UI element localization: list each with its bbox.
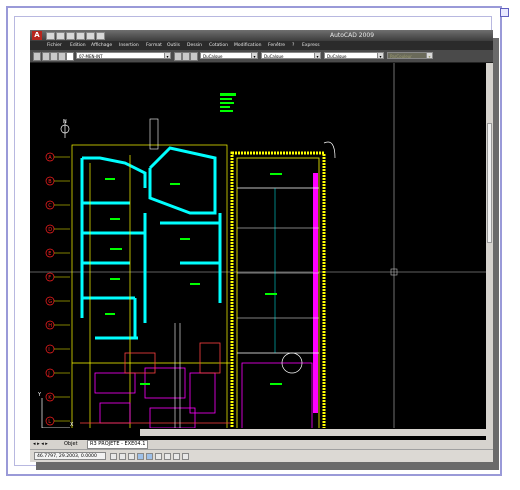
menu-insertion[interactable]: Insertion (119, 42, 139, 49)
save-icon[interactable] (66, 32, 75, 40)
grid-bubble-label: K (48, 395, 52, 401)
tab-nav-arrows[interactable]: ◂ ▸ ◂ ▸ (33, 440, 48, 449)
snap-toggle[interactable] (110, 453, 117, 460)
ortho-toggle[interactable] (128, 453, 135, 460)
autocad-window: A AutoCAD 2009 Fichier Edition Affichage… (30, 30, 493, 462)
undo-icon[interactable] (86, 32, 95, 40)
menu-bar: Fichier Edition Affichage Insertion Form… (30, 41, 493, 50)
new-file-icon[interactable] (46, 32, 55, 40)
menu-help[interactable]: ? (292, 42, 294, 49)
open-file-icon[interactable] (56, 32, 65, 40)
grid-axis-bubbles: ABCDEFGHIJKLM (45, 152, 70, 450)
layer-color-icon[interactable] (66, 52, 74, 61)
polar-toggle[interactable] (137, 453, 144, 460)
color-combo[interactable]: DuCalque ▾ (200, 52, 258, 59)
grid-bubble-label: E (48, 251, 51, 257)
dyn-toggle[interactable] (173, 453, 180, 460)
vertical-scrollbar[interactable] (486, 63, 493, 440)
grid-bubble-label: A (48, 155, 52, 161)
vertical-scroll-thumb[interactable] (487, 123, 492, 243)
grid-toggle[interactable] (119, 453, 126, 460)
grid-bubble-label: L (48, 419, 51, 425)
grid-bubble-label: F (48, 275, 51, 281)
drawing-canvas[interactable]: ABCDEFGHIJKLM N (30, 63, 493, 458)
menu-affichage[interactable]: Affichage (91, 42, 112, 49)
ucs-icon: Y X (37, 392, 74, 429)
room-labels (105, 93, 282, 385)
north-arrow: N (60, 119, 70, 138)
properties-toolbar: 07-MEN-INT ▾ DuCalque ▾ DuCalque ▾ DuCalque… (30, 50, 493, 63)
menu-fichier[interactable]: Fichier (47, 42, 62, 49)
left-magenta-elements (94, 367, 216, 429)
tab-layout-active[interactable]: R3 PROJETE - EXE04.1 (87, 440, 149, 449)
autocad-logo-icon[interactable]: A (32, 31, 42, 40)
corner-handle[interactable] (500, 8, 509, 17)
grid-bubble-label: C (48, 203, 52, 209)
north-label: N (63, 119, 67, 125)
menu-express[interactable]: Express (302, 42, 320, 49)
menu-format[interactable]: Format (146, 42, 162, 49)
layer-previous-icon[interactable] (182, 52, 190, 61)
grid-bubble (45, 344, 55, 354)
layer-lock-icon[interactable] (58, 52, 66, 61)
make-current-layer-icon[interactable] (174, 52, 182, 61)
layer-freeze-icon[interactable] (50, 52, 58, 61)
svg-text:Y: Y (37, 392, 42, 398)
coordinate-readout: 46.7797, 29.2003, 0.0000 (34, 452, 106, 460)
lineweight-combo[interactable]: DuCalque ▾ (324, 52, 384, 59)
svg-text:X: X (70, 422, 74, 428)
menu-fenetre[interactable]: Fenêtre (268, 42, 285, 49)
left-building-walls (80, 146, 222, 340)
osnap-toggle[interactable] (146, 453, 153, 460)
menu-dessin[interactable]: Dessin (187, 42, 202, 49)
grid-bubble-label: I (48, 347, 49, 353)
status-bar: 46.7797, 29.2003, 0.0000 (30, 449, 493, 462)
window-title: AutoCAD 2009 (330, 32, 375, 39)
tab-model[interactable]: Objet (64, 440, 78, 449)
grid-bubble (45, 368, 55, 378)
grid-bubble-label: D (48, 227, 52, 233)
horizontal-scrollbar[interactable] (140, 429, 486, 436)
grid-bubble-label: H (48, 323, 52, 329)
lwt-toggle[interactable] (182, 453, 189, 460)
grid-bubble-label: J (47, 371, 49, 377)
menu-edition[interactable]: Edition (70, 42, 86, 49)
floor-plan-drawing: ABCDEFGHIJKLM N (30, 63, 486, 458)
otrack-toggle[interactable] (155, 453, 162, 460)
layer-on-icon[interactable] (42, 52, 50, 61)
plotstyle-combo: ParCouleur ▾ (387, 52, 433, 59)
left-red-elements (80, 342, 230, 424)
menu-outils[interactable]: Outils (167, 42, 180, 49)
grid-bubble-label: B (48, 179, 52, 185)
layer-states-icon[interactable] (190, 52, 198, 61)
grid-bubble-label: G (48, 299, 52, 305)
menu-modification[interactable]: Modification (234, 42, 261, 49)
title-bar: A AutoCAD 2009 (30, 30, 493, 41)
print-icon[interactable] (76, 32, 85, 40)
redo-icon[interactable] (96, 32, 105, 40)
layer-combo[interactable]: 07-MEN-INT ▾ (76, 52, 171, 59)
right-building (230, 141, 336, 455)
linetype-combo[interactable]: DuCalque ▾ (261, 52, 321, 59)
menu-cotation[interactable]: Cotation (209, 42, 228, 49)
layer-manager-icon[interactable] (33, 52, 41, 61)
ducs-toggle[interactable] (164, 453, 171, 460)
layout-tabs: ◂ ▸ ◂ ▸ Objet R3 PROJETE - EXE04.1 (30, 440, 493, 449)
